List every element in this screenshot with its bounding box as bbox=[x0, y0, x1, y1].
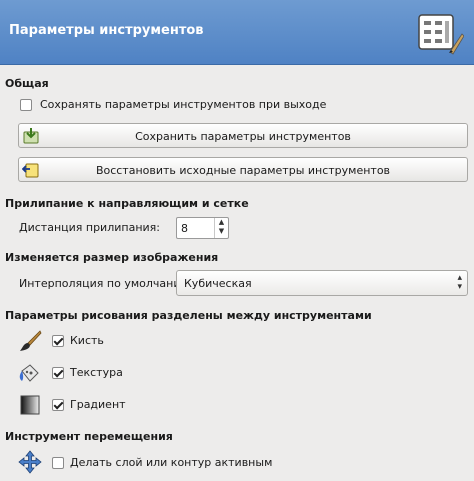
interpolation-label: Интерполяция по умолчанию: bbox=[19, 277, 194, 290]
section-move-title: Инструмент перемещения bbox=[5, 430, 173, 443]
gradient-label[interactable]: Градиент bbox=[70, 398, 126, 411]
section-scaling-title: Изменяется размер изображения bbox=[5, 251, 219, 264]
interpolation-value: Кубическая bbox=[184, 277, 252, 290]
move-activate-label[interactable]: Делать слой или контур активным bbox=[70, 456, 272, 469]
save-button-label: Сохранить параметры инструментов bbox=[135, 130, 351, 143]
pattern-label[interactable]: Текстура bbox=[70, 366, 123, 379]
gradient-checkbox[interactable] bbox=[52, 398, 64, 411]
section-paint-title: Параметры рисования разделены между инст… bbox=[5, 309, 372, 322]
move-activate-row[interactable]: Делать слой или контур активным bbox=[52, 456, 272, 469]
brush-label[interactable]: Кисть bbox=[70, 334, 104, 347]
save-on-exit-checkbox[interactable] bbox=[20, 98, 32, 111]
snap-distance-value[interactable]: 8 bbox=[181, 222, 188, 235]
save-on-exit-row[interactable]: Сохранять параметры инструментов при вых… bbox=[20, 98, 326, 111]
interpolation-select[interactable]: Кубическая ▴ ▾ bbox=[176, 270, 468, 296]
reset-tool-options-button[interactable]: Восстановить исходные параметры инструме… bbox=[18, 157, 468, 182]
move-tool-icon bbox=[18, 450, 42, 474]
save-tool-options-button[interactable]: Сохранить параметры инструментов bbox=[18, 123, 468, 148]
section-general-title: Общая bbox=[5, 77, 49, 90]
gradient-icon bbox=[20, 395, 40, 415]
brush-icon bbox=[20, 330, 42, 351]
header-banner: Параметры инструментов bbox=[0, 0, 474, 65]
snap-distance-spinbutton[interactable]: 8 ▲ ▼ bbox=[176, 217, 229, 239]
pattern-icon bbox=[19, 364, 39, 382]
spin-arrows-icon[interactable]: ▲ ▼ bbox=[214, 218, 228, 238]
pattern-checkbox[interactable] bbox=[52, 366, 64, 379]
section-snapping-title: Прилипание к направляющим и сетке bbox=[5, 197, 249, 210]
combo-updown-icon: ▴ ▾ bbox=[457, 273, 462, 292]
move-activate-checkbox[interactable] bbox=[52, 456, 64, 469]
tool-options-icon bbox=[418, 14, 464, 55]
reset-button-label: Восстановить исходные параметры инструме… bbox=[95, 164, 391, 177]
paint-item-gradient[interactable]: Градиент bbox=[52, 398, 126, 411]
paint-item-pattern[interactable]: Текстура bbox=[52, 366, 123, 379]
brush-checkbox[interactable] bbox=[52, 334, 64, 347]
save-on-exit-label[interactable]: Сохранять параметры инструментов при вых… bbox=[40, 98, 326, 111]
paint-item-brush[interactable]: Кисть bbox=[52, 334, 104, 347]
page-title: Параметры инструментов bbox=[9, 23, 204, 38]
snap-distance-label: Дистанция прилипания: bbox=[19, 221, 160, 234]
